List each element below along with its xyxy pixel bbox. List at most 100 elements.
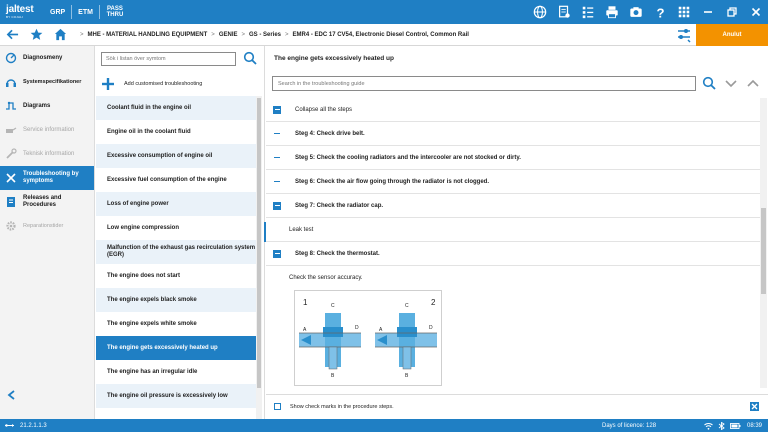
step-row[interactable]: Steg 8: Check the thermostat. — [266, 242, 760, 266]
sidebar-item-diagrams[interactable]: Diagrams — [0, 94, 94, 118]
step-label: Steg 5: Check the cooling radiators and … — [295, 154, 521, 161]
close-icon[interactable] — [744, 0, 768, 24]
expand-icon[interactable] — [273, 130, 281, 138]
diagram-label: D — [355, 325, 359, 331]
checkmarks-toggle-row: Show check marks in the procedure steps. — [266, 394, 768, 418]
chevron-left-icon[interactable] — [6, 389, 18, 401]
list-item[interactable]: The engine oil pressure is excessively l… — [96, 384, 256, 408]
guide-search-input[interactable]: Search in the troubleshooting guide — [272, 76, 696, 91]
sidebar-item-troubleshooting[interactable]: Troubleshooting by symptoms — [0, 166, 94, 190]
symptom-search-input[interactable]: Sök i listan över symtom — [101, 52, 236, 66]
step-row[interactable]: Steg 7: Check the radiator cap. — [266, 194, 760, 218]
substep-label: Check the sensor accuracy. — [289, 275, 363, 281]
svg-text:?: ? — [657, 5, 665, 19]
search-icon[interactable] — [243, 51, 257, 65]
search-icon[interactable] — [702, 76, 716, 90]
close-icon[interactable] — [750, 402, 759, 411]
sidebar-item-label: Reparationstider — [23, 222, 64, 229]
globe-icon[interactable] — [528, 0, 552, 24]
battery-icon — [730, 422, 741, 429]
guide-title: The engine gets excessively heated up — [274, 55, 394, 62]
list-item[interactable]: Low engine compression — [96, 216, 256, 240]
expand-icon[interactable] — [273, 154, 281, 162]
printer-icon[interactable] — [600, 0, 624, 24]
diagram-label: B — [331, 373, 335, 379]
breadcrumb-item[interactable]: GS - Series — [249, 32, 281, 38]
list-item[interactable]: The engine has an irregular idle — [96, 360, 256, 384]
step-label: Steg 6: Check the air flow going through… — [295, 178, 490, 185]
collapse-icon[interactable] — [273, 201, 281, 210]
checkmarks-checkbox[interactable] — [274, 403, 281, 410]
step-list: Collapse all the steps Steg 4: Check dri… — [266, 98, 760, 290]
list-item-selected[interactable]: The engine gets excessively heated up — [96, 336, 256, 360]
tools-settings-icon[interactable] — [676, 27, 692, 43]
chevron-up-icon[interactable] — [746, 76, 760, 90]
gear-icon — [5, 220, 17, 232]
collapse-icon[interactable] — [273, 249, 281, 258]
expand-icon[interactable] — [273, 178, 281, 186]
sidebar-item-specs[interactable]: Systemspecifikationer — [0, 70, 94, 94]
grid-icon[interactable] — [672, 0, 696, 24]
scrollbar-thumb[interactable] — [761, 208, 766, 294]
help-icon[interactable]: ? — [648, 0, 672, 24]
breadcrumb: > MHE - MATERIAL HANDLING EQUIPMENT > GE… — [76, 32, 469, 38]
sidebar-item-repair-times[interactable]: Reparationstider — [0, 214, 94, 238]
logo-text: jaltest — [6, 4, 34, 15]
version-text: 21.2.1.1.3 — [20, 422, 47, 429]
diagram-label: C — [331, 303, 335, 309]
sidebar-item-releases[interactable]: Releases and Procedures — [0, 190, 94, 214]
thermostat-illustration: 1 2 A A B B C C D D — [299, 298, 437, 379]
list-item[interactable]: The engine does not start — [96, 264, 256, 288]
thermostat-diagram: 1 2 A A B B C C D D — [294, 290, 442, 386]
cancel-button[interactable]: Anulut — [696, 24, 768, 46]
chevron-right-icon: > — [241, 31, 245, 38]
list-item[interactable]: Engine oil in the coolant fluid — [96, 120, 256, 144]
sidebar-item-diagnosis[interactable]: Diagnosmeny — [0, 46, 94, 70]
symptom-scrollbar[interactable] — [256, 96, 262, 419]
top-toolbar: ? — [528, 0, 768, 24]
scrollbar-thumb[interactable] — [257, 98, 261, 388]
nav-pass-thru[interactable]: PASS THRU — [100, 0, 130, 24]
add-customised-button[interactable]: Add customised troubleshooting — [101, 76, 202, 92]
back-arrow-icon[interactable] — [0, 24, 24, 46]
sidebar-item-label: Systemspecifikationer — [23, 78, 82, 85]
sidebar-item-service-info[interactable]: Service information — [0, 118, 94, 142]
step-label: Steg 7: Check the radiator cap. — [295, 202, 384, 209]
list-item[interactable]: Excessive consumption of engine oil — [96, 144, 256, 168]
collapse-all-row[interactable]: Collapse all the steps — [266, 98, 760, 122]
camera-icon[interactable] — [624, 0, 648, 24]
step-row[interactable]: Steg 5: Check the cooling radiators and … — [266, 146, 760, 170]
diagram-label: A — [303, 327, 307, 333]
step-label: Steg 8: Check the thermostat. — [295, 250, 380, 257]
diagram-label: 2 — [431, 298, 436, 307]
chevron-right-icon: > — [80, 31, 84, 38]
document-settings-icon[interactable] — [552, 0, 576, 24]
breadcrumb-item[interactable]: MHE - MATERIAL HANDLING EQUIPMENT — [88, 32, 208, 38]
breadcrumb-item[interactable]: EMR4 - EDC 17 CV54, Electronic Diesel Co… — [293, 32, 469, 38]
step-row[interactable]: Steg 4: Check drive belt. — [266, 122, 760, 146]
list-item[interactable]: The engine expels black smoke — [96, 288, 256, 312]
list-item[interactable]: Malfunction of the exhaust gas recircula… — [96, 240, 256, 264]
step-label: Steg 4: Check drive belt. — [295, 130, 365, 137]
home-icon[interactable] — [48, 24, 72, 46]
nav-grp[interactable]: GRP — [44, 0, 71, 24]
favorite-star-icon[interactable] — [24, 24, 48, 46]
troubleshooting-guide: The engine gets excessively heated up Se… — [266, 46, 768, 419]
minimize-icon[interactable] — [696, 0, 720, 24]
substep-label: Leak test — [289, 226, 314, 233]
list-item[interactable]: Loss of engine power — [96, 192, 256, 216]
list-item[interactable]: The engine expels white smoke — [96, 312, 256, 336]
chevron-down-icon[interactable] — [724, 76, 738, 90]
list-item[interactable]: Coolant fluid in the engine oil — [96, 96, 256, 120]
guide-scrollbar[interactable] — [760, 98, 767, 388]
chevron-right-icon: > — [211, 31, 215, 38]
breadcrumb-item[interactable]: GENIE — [219, 32, 238, 38]
step-row[interactable]: Steg 6: Check the air flow going through… — [266, 170, 760, 194]
nav-etm[interactable]: ETM — [72, 0, 99, 24]
sidebar-item-technical-info[interactable]: Teknisk information — [0, 142, 94, 166]
checklist-icon[interactable] — [576, 0, 600, 24]
list-item[interactable]: Excessive fuel consumption of the engine — [96, 168, 256, 192]
restore-icon[interactable] — [720, 0, 744, 24]
collapse-all-icon[interactable] — [273, 105, 281, 114]
wifi-icon — [704, 422, 713, 430]
